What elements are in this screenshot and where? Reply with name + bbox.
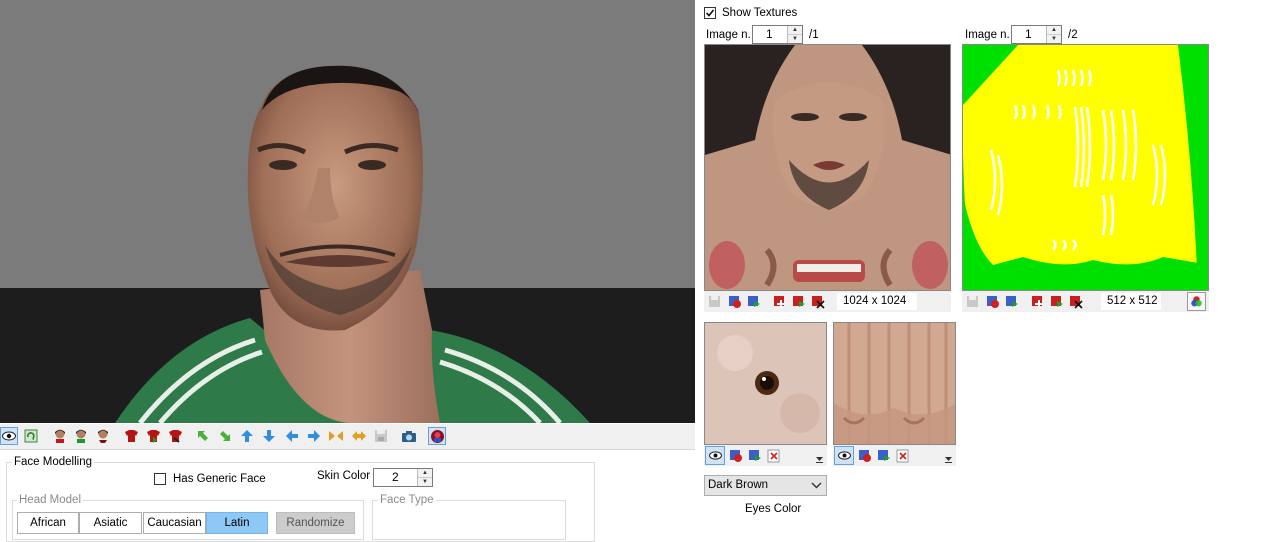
chevron-up-icon[interactable]: ▲ bbox=[1047, 26, 1061, 35]
skin-texture-toolbar bbox=[833, 445, 956, 466]
add-icon[interactable] bbox=[1030, 294, 1045, 309]
arrow-downright-icon[interactable] bbox=[216, 427, 234, 445]
import-icon[interactable] bbox=[728, 448, 743, 463]
texture-toolbar-1: 1024 x 1024 bbox=[704, 291, 951, 312]
show-textures-checkbox[interactable] bbox=[704, 7, 716, 19]
image-number-value-1: 1 bbox=[766, 27, 773, 41]
arrow-upleft-icon[interactable] bbox=[194, 427, 212, 445]
hair-texture-image[interactable] bbox=[962, 44, 1209, 291]
shirt-green-icon[interactable] bbox=[144, 427, 162, 445]
chevron-up-icon[interactable]: ▲ bbox=[788, 26, 802, 35]
skin-color-stepper[interactable]: 2 ▲ ▼ bbox=[373, 468, 433, 487]
import-icon[interactable] bbox=[985, 294, 1000, 309]
import-icon[interactable] bbox=[727, 294, 742, 309]
head-render bbox=[0, 0, 695, 423]
face-type-group bbox=[372, 500, 566, 540]
eye-icon[interactable] bbox=[705, 446, 725, 465]
image-number-stepper-1[interactable]: 1 ▲ ▼ bbox=[752, 25, 803, 44]
head-green-icon[interactable] bbox=[72, 427, 90, 445]
viewport-toolbar bbox=[0, 424, 695, 450]
image-number-stepper-2[interactable]: 1 ▲ ▼ bbox=[1011, 25, 1062, 44]
save-icon[interactable] bbox=[372, 427, 390, 445]
eyes-color-value: Dark Brown bbox=[708, 479, 769, 491]
chevron-down-icon[interactable]: ▼ bbox=[418, 478, 432, 486]
shirt-red-icon[interactable] bbox=[122, 427, 140, 445]
show-textures-label: Show Textures bbox=[722, 7, 798, 19]
eyes-color-label: Eyes Color bbox=[745, 503, 802, 515]
shirt-black-icon[interactable] bbox=[166, 427, 184, 445]
head-model-caucasian-button[interactable]: Caucasian bbox=[143, 512, 206, 534]
export-icon[interactable] bbox=[746, 294, 761, 309]
refresh-icon[interactable] bbox=[22, 427, 40, 445]
eyes-color-select[interactable]: Dark Brown bbox=[704, 475, 827, 496]
eye-icon[interactable] bbox=[0, 427, 18, 445]
color-palette-icon[interactable] bbox=[1187, 292, 1206, 311]
texture-size-2: 512 x 512 bbox=[1101, 293, 1161, 310]
arrow-down-icon[interactable] bbox=[260, 427, 278, 445]
face-modelling-title: Face Modelling bbox=[12, 456, 94, 468]
face-texture-image[interactable] bbox=[704, 44, 951, 291]
image-number-label-2: Image n. bbox=[965, 29, 1010, 41]
face-type-title: Face Type bbox=[378, 494, 436, 506]
head-model-asiatic-button[interactable]: Asiatic bbox=[79, 512, 142, 534]
dropdown-arrow-icon[interactable] bbox=[943, 453, 953, 463]
dropdown-arrow-icon[interactable] bbox=[814, 453, 824, 463]
arrow-right-icon[interactable] bbox=[305, 427, 323, 445]
3d-head-viewport[interactable] bbox=[0, 0, 695, 423]
arrow-up-icon[interactable] bbox=[238, 427, 256, 445]
has-generic-face-label: Has Generic Face bbox=[173, 473, 266, 485]
shrink-horizontal-icon[interactable] bbox=[327, 427, 345, 445]
head-red-icon[interactable] bbox=[51, 427, 69, 445]
expand-horizontal-icon[interactable] bbox=[350, 427, 368, 445]
skin-color-value: 2 bbox=[392, 470, 399, 484]
export-icon[interactable] bbox=[876, 448, 891, 463]
image-number-value-2: 1 bbox=[1025, 27, 1032, 41]
delete-icon[interactable] bbox=[1068, 294, 1083, 309]
delete-icon[interactable] bbox=[766, 448, 781, 463]
head-model-latin-button[interactable]: Latin bbox=[206, 512, 268, 534]
delete-icon[interactable] bbox=[810, 294, 825, 309]
eye-texture-image[interactable] bbox=[704, 322, 827, 445]
eye-icon[interactable] bbox=[834, 446, 854, 465]
replace-icon[interactable] bbox=[791, 294, 806, 309]
head-black-icon[interactable] bbox=[94, 427, 112, 445]
head-model-title: Head Model bbox=[17, 494, 84, 506]
camera-icon[interactable] bbox=[400, 427, 418, 445]
texture-size-1: 1024 x 1024 bbox=[837, 293, 917, 310]
replace-icon[interactable] bbox=[1049, 294, 1064, 309]
skin-texture-image[interactable] bbox=[833, 322, 956, 445]
chevron-up-icon[interactable]: ▲ bbox=[418, 469, 432, 478]
import-icon[interactable] bbox=[857, 448, 872, 463]
chevron-down-icon bbox=[811, 479, 822, 494]
has-generic-face-checkbox[interactable] bbox=[154, 473, 166, 485]
save-icon[interactable] bbox=[965, 294, 980, 309]
add-icon[interactable] bbox=[772, 294, 787, 309]
chevron-down-icon[interactable]: ▼ bbox=[1047, 35, 1061, 43]
eye-texture-toolbar bbox=[704, 445, 827, 466]
skin-color-label: Skin Color bbox=[317, 470, 371, 482]
delete-icon[interactable] bbox=[895, 448, 910, 463]
jersey-icon[interactable] bbox=[428, 427, 446, 445]
image-number-label-1: Image n. bbox=[706, 29, 751, 41]
chevron-down-icon[interactable]: ▼ bbox=[788, 35, 802, 43]
image-total-1: /1 bbox=[809, 29, 819, 41]
head-model-african-button[interactable]: African bbox=[17, 512, 79, 534]
randomize-button[interactable]: Randomize bbox=[276, 512, 355, 534]
export-icon[interactable] bbox=[1004, 294, 1019, 309]
save-icon[interactable] bbox=[707, 294, 722, 309]
image-total-2: /2 bbox=[1068, 29, 1078, 41]
export-icon[interactable] bbox=[747, 448, 762, 463]
arrow-left-icon[interactable] bbox=[283, 427, 301, 445]
texture-toolbar-2: 512 x 512 bbox=[962, 291, 1209, 312]
